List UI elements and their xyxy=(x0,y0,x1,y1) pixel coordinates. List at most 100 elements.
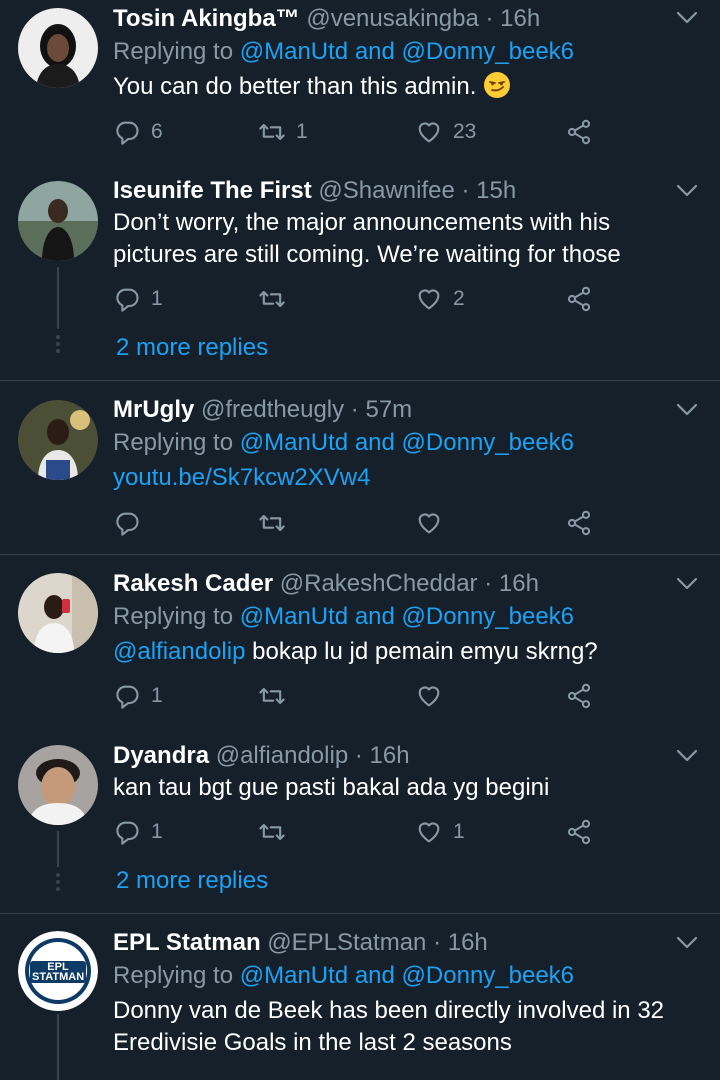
tweet[interactable]: Tosin Akingba™ @venusakingba · 16h Reply… xyxy=(0,0,720,175)
tweet-text: You can do better than this admin. xyxy=(113,71,670,103)
timestamp[interactable]: 16h xyxy=(500,5,540,32)
like-count: 1 xyxy=(453,820,465,843)
user-handle[interactable]: @Shawnifee xyxy=(318,177,454,204)
avatar[interactable] xyxy=(18,745,98,825)
display-name[interactable]: MrUgly xyxy=(113,396,194,423)
mention-link[interactable]: @Donny_beek6 xyxy=(402,429,574,456)
tweet-text-line: Don’t worry, the major announcements wit… xyxy=(113,209,611,236)
replying-label: Replying to xyxy=(113,38,234,65)
user-handle[interactable]: @alfiandolip xyxy=(216,742,348,769)
avatar[interactable] xyxy=(18,8,98,88)
mention-link[interactable]: @alfiandolip xyxy=(113,638,245,665)
tweet[interactable]: EPL STATMAN EPL Statman @EPLStatman · 16… xyxy=(0,914,720,1080)
tweet[interactable]: Rakesh Cader @RakeshCheddar · 16h Replyi… xyxy=(0,555,720,727)
separator-dot: · xyxy=(485,5,494,32)
share-icon xyxy=(565,285,593,313)
display-name[interactable]: Iseunife The First xyxy=(113,177,312,204)
avatar-epl-statman-logo[interactable]: EPL STATMAN xyxy=(18,931,98,1011)
reply-count: 1 xyxy=(151,287,163,310)
avatar[interactable] xyxy=(18,181,98,261)
thread-line xyxy=(57,831,59,867)
retweet-count: 1 xyxy=(296,120,308,143)
mention-link[interactable]: @Donny_beek6 xyxy=(402,38,574,65)
tweet-text-line: Eredivisie Goals in the last 2 seasons xyxy=(113,1029,512,1056)
share-icon xyxy=(565,509,593,537)
retweet-icon xyxy=(258,285,286,313)
replying-label: Replying to xyxy=(113,429,234,456)
chevron-down-icon[interactable] xyxy=(676,184,698,198)
mention-link[interactable]: @Donny_beek6 xyxy=(402,962,574,989)
chevron-down-icon[interactable] xyxy=(676,11,698,25)
user-handle[interactable]: @RakeshCheddar xyxy=(280,570,478,597)
replying-to: Replying to @ManUtd and @Donny_beek6 xyxy=(113,600,670,634)
avatar-logo-text: EPL STATMAN xyxy=(32,961,85,983)
heart-icon xyxy=(415,818,443,846)
timestamp[interactable]: 16h xyxy=(448,929,488,956)
tweet-text: kan tau bgt gue pasti bakal ada yg begin… xyxy=(113,772,670,804)
tweet-text-content: kan tau bgt gue pasti bakal ada yg begin… xyxy=(113,774,550,801)
mention-link[interactable]: @ManUtd xyxy=(240,38,348,65)
retweet-button[interactable] xyxy=(258,508,296,538)
like-button[interactable]: 23 xyxy=(415,117,476,147)
like-button[interactable] xyxy=(415,508,453,538)
separator-dot: · xyxy=(461,177,470,204)
reply-button[interactable]: 1 xyxy=(113,817,163,847)
heart-icon xyxy=(415,118,443,146)
separator-dot: · xyxy=(354,742,363,769)
user-handle[interactable]: @fredtheugly xyxy=(201,396,344,423)
tweet-text-line: Donny van de Beek has been directly invo… xyxy=(113,997,665,1024)
display-name[interactable]: Tosin Akingba™ xyxy=(113,5,300,32)
user-handle[interactable]: @EPLStatman xyxy=(267,929,426,956)
display-name[interactable]: EPL Statman xyxy=(113,929,261,956)
reply-icon xyxy=(113,118,141,146)
retweet-button[interactable]: 1 xyxy=(258,117,308,147)
tweet-text: Donny van de Beek has been directly invo… xyxy=(113,995,670,1059)
more-replies-link[interactable]: 2 more replies xyxy=(116,867,268,895)
like-button[interactable]: 2 xyxy=(415,284,465,314)
reply-button[interactable]: 1 xyxy=(113,284,163,314)
share-icon xyxy=(565,818,593,846)
share-button[interactable] xyxy=(565,508,593,538)
timestamp[interactable]: 16h xyxy=(370,742,410,769)
retweet-button[interactable] xyxy=(258,681,296,711)
tweet[interactable]: Dyandra @alfiandolip · 16h kan tau bgt g… xyxy=(0,727,720,913)
chevron-down-icon[interactable] xyxy=(676,936,698,950)
heart-icon xyxy=(415,509,443,537)
timestamp[interactable]: 15h xyxy=(476,177,516,204)
retweet-button[interactable] xyxy=(258,284,296,314)
reply-icon xyxy=(113,682,141,710)
timestamp[interactable]: 16h xyxy=(499,570,539,597)
like-count: 2 xyxy=(453,287,465,310)
reply-button[interactable]: 6 xyxy=(113,117,163,147)
like-button[interactable]: 1 xyxy=(415,817,465,847)
reply-button[interactable]: 1 xyxy=(113,681,163,711)
retweet-icon xyxy=(258,118,286,146)
timestamp[interactable]: 57m xyxy=(365,396,412,423)
share-button[interactable] xyxy=(565,681,593,711)
share-button[interactable] xyxy=(565,817,593,847)
reply-count: 1 xyxy=(151,684,163,707)
url-link[interactable]: youtu.be/Sk7kcw2XVw4 xyxy=(113,464,370,491)
share-button[interactable] xyxy=(565,117,593,147)
mention-link[interactable]: @Donny_beek6 xyxy=(402,603,574,630)
avatar[interactable] xyxy=(18,400,98,480)
display-name[interactable]: Rakesh Cader xyxy=(113,570,273,597)
more-replies-link[interactable]: 2 more replies xyxy=(116,334,268,362)
retweet-icon xyxy=(258,509,286,537)
mention-link[interactable]: @ManUtd xyxy=(240,962,348,989)
retweet-button[interactable] xyxy=(258,817,296,847)
separator-dot: · xyxy=(433,929,442,956)
tweet[interactable]: Iseunife The First @Shawnifee · 15h Don’… xyxy=(0,175,720,380)
chevron-down-icon[interactable] xyxy=(676,403,698,417)
avatar[interactable] xyxy=(18,573,98,653)
display-name[interactable]: Dyandra xyxy=(113,742,209,769)
mention-link[interactable]: @ManUtd xyxy=(240,603,348,630)
like-button[interactable] xyxy=(415,681,453,711)
chevron-down-icon[interactable] xyxy=(676,749,698,763)
mention-link[interactable]: @ManUtd xyxy=(240,429,348,456)
share-button[interactable] xyxy=(565,284,593,314)
user-handle[interactable]: @venusakingba xyxy=(306,5,478,32)
tweet[interactable]: MrUgly @fredtheugly · 57m Replying to @M… xyxy=(0,381,720,554)
reply-button[interactable] xyxy=(113,508,151,538)
chevron-down-icon[interactable] xyxy=(676,577,698,591)
